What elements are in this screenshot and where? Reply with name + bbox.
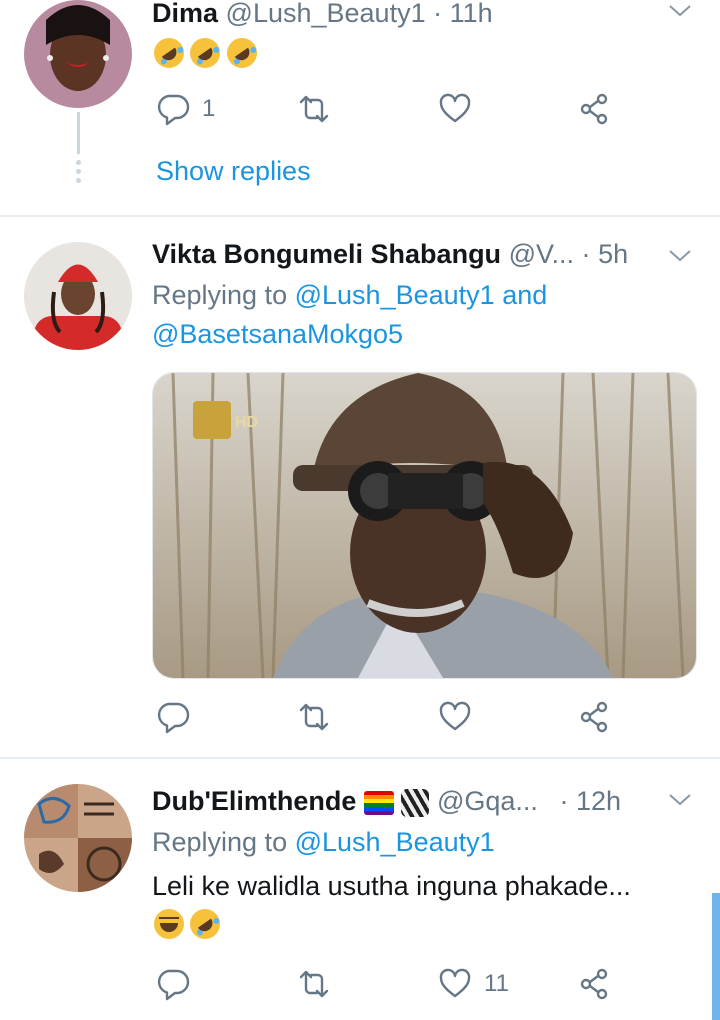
replying-to-label: Replying to: [152, 280, 288, 310]
tweet-actions: 1: [152, 89, 632, 129]
replying-to-cont: @BasetsanaMokgo5: [152, 319, 403, 350]
tweet-text: Leli ke walidla usutha inguna phakade...: [152, 871, 631, 901]
like-count: 11: [484, 970, 509, 997]
like-icon: [439, 701, 471, 731]
display-name[interactable]: Dub'Elimthende: [152, 786, 356, 816]
timestamp[interactable]: 5h: [598, 239, 628, 269]
show-replies-link[interactable]: Show replies: [156, 156, 311, 187]
retweet-button[interactable]: [297, 964, 331, 1004]
separator: ·: [559, 786, 569, 816]
tweet-dima[interactable]: Dima @Lush_Beauty1 · 11h 1 Show replies: [0, 0, 720, 216]
reply-button[interactable]: [156, 964, 190, 1004]
tweet-actions: 11: [152, 964, 632, 1004]
tweet-dubelimthende[interactable]: Dub'Elimthende @Gqa... · 12h Replying to…: [0, 759, 720, 1020]
mention-link[interactable]: @Lush_Beauty1: [295, 280, 495, 310]
share-button[interactable]: [578, 697, 612, 737]
share-button[interactable]: [578, 89, 612, 129]
display-name[interactable]: Dima: [152, 0, 218, 28]
handle[interactable]: @Lush_Beauty1: [226, 0, 426, 28]
separator: ·: [581, 239, 591, 269]
thread-line: [77, 112, 80, 154]
chevron-down-icon[interactable]: [668, 249, 692, 263]
tweet-media-image[interactable]: HD: [152, 372, 697, 679]
replying-to: Replying to @Lush_Beauty1 and: [152, 280, 547, 311]
avatar[interactable]: [24, 784, 132, 892]
retweet-icon: [299, 95, 329, 123]
handle[interactable]: @V...: [509, 239, 574, 269]
reply-count: 1: [202, 95, 216, 122]
zebra-emoji: [401, 788, 430, 817]
thread-dot: [76, 169, 81, 174]
retweet-icon: [299, 703, 329, 731]
thread-dot: [76, 178, 81, 183]
avatar[interactable]: [24, 242, 132, 350]
reply-button[interactable]: [156, 697, 190, 737]
scrollbar[interactable]: [712, 893, 720, 1020]
mention-link[interactable]: @Lush_Beauty1: [295, 827, 495, 857]
rainbow-flag-emoji: [363, 790, 394, 815]
and-label: and: [502, 280, 548, 310]
share-icon: [580, 968, 608, 1000]
rofl-emoji: [184, 903, 227, 945]
chevron-down-icon[interactable]: [668, 793, 692, 807]
reply-icon: [157, 702, 190, 734]
tweet-emojis: [148, 32, 263, 74]
timestamp[interactable]: 11h: [450, 0, 493, 28]
tweet-header: Dub'Elimthende @Gqa... · 12h: [152, 786, 621, 817]
rofl-emoji: [148, 32, 190, 74]
reply-icon: [157, 94, 190, 126]
separator: ·: [433, 0, 443, 28]
rofl-emoji: [221, 32, 263, 74]
timestamp[interactable]: 12h: [576, 786, 621, 816]
like-button[interactable]: 11: [438, 964, 509, 1004]
tweet-header: Vikta Bongumeli Shabangu @V... · 5h: [152, 239, 628, 270]
share-button[interactable]: [578, 964, 612, 1004]
retweet-icon: [299, 970, 329, 998]
retweet-button[interactable]: [297, 89, 331, 129]
tweet-header: Dima @Lush_Beauty1 · 11h: [152, 0, 493, 29]
handle[interactable]: @Gqa...: [437, 786, 538, 816]
like-icon: [439, 93, 471, 123]
media-photo: HD: [153, 373, 696, 678]
reply-button[interactable]: 1: [156, 89, 215, 129]
like-icon: [439, 968, 471, 998]
replying-to-label: Replying to: [152, 827, 288, 857]
thread-dot: [76, 160, 81, 165]
hd-label: HD: [235, 414, 258, 431]
avatar[interactable]: [24, 0, 132, 108]
share-icon: [580, 701, 608, 733]
laughing-emoji: [154, 909, 184, 939]
tweet-actions: [152, 697, 632, 737]
reply-icon: [157, 969, 190, 1001]
rofl-emoji: [184, 32, 227, 74]
mention-link[interactable]: @BasetsanaMokgo5: [152, 319, 403, 349]
retweet-button[interactable]: [297, 697, 331, 737]
like-button[interactable]: [438, 697, 472, 737]
replying-to: Replying to @Lush_Beauty1: [152, 827, 495, 858]
share-icon: [580, 93, 608, 125]
chevron-down-icon[interactable]: [668, 4, 692, 18]
tweet-emojis: [154, 903, 227, 945]
like-button[interactable]: [438, 89, 472, 129]
display-name[interactable]: Vikta Bongumeli Shabangu: [152, 239, 501, 269]
